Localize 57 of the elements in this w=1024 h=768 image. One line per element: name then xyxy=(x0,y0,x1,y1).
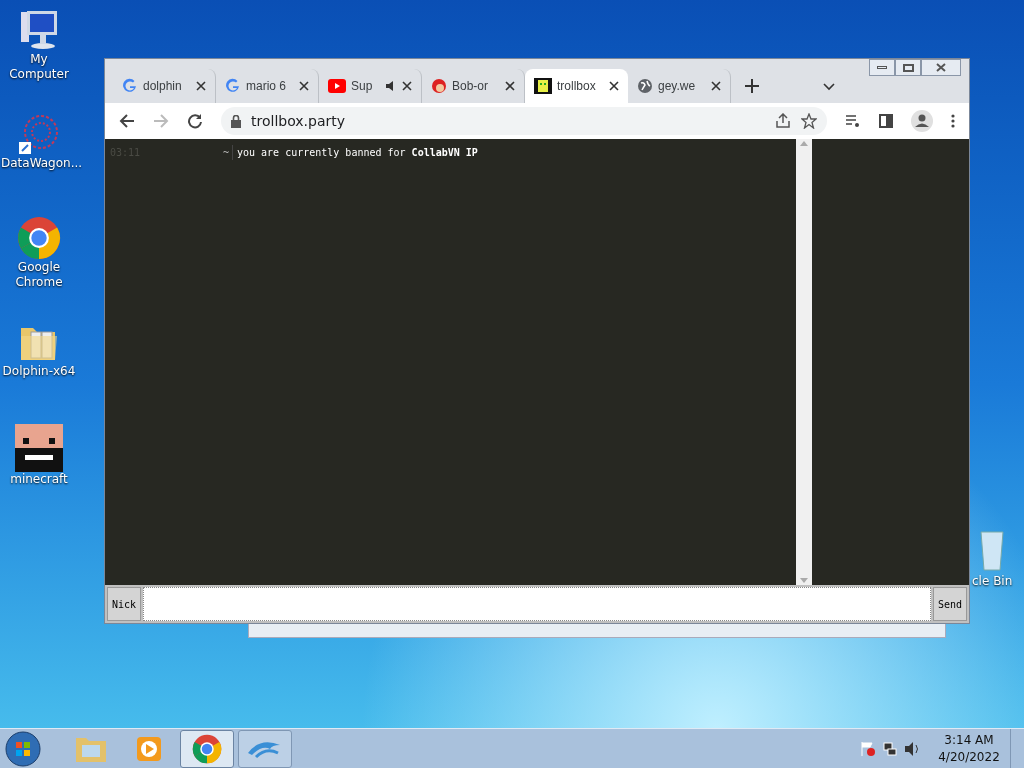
taskbar-button[interactable] xyxy=(180,729,234,768)
close-icon xyxy=(936,63,946,72)
close-icon[interactable] xyxy=(196,81,206,91)
tab-title: dolphin xyxy=(143,78,182,95)
message-input[interactable] xyxy=(143,587,931,621)
message-nick: ~ xyxy=(220,145,233,160)
close-icon[interactable] xyxy=(711,81,721,91)
lock-icon xyxy=(231,114,241,128)
film-frame-icon xyxy=(534,78,552,94)
side-panel-icon[interactable] xyxy=(879,114,893,128)
g-logo-icon xyxy=(225,78,241,94)
playlist-icon[interactable] xyxy=(845,114,861,128)
chrome-icon xyxy=(17,216,61,260)
message-text: you are currently banned for CollabVN IP xyxy=(236,146,478,160)
close-icon[interactable] xyxy=(402,81,412,91)
maximize-icon xyxy=(902,63,914,72)
close-icon[interactable] xyxy=(505,81,515,91)
chrome-icon xyxy=(192,733,222,764)
address-bar[interactable]: trollbox.party xyxy=(221,107,827,135)
block-head-icon xyxy=(15,424,63,472)
star-icon[interactable] xyxy=(801,113,817,129)
share-icon[interactable] xyxy=(775,113,791,129)
desktop-icon-label[interactable]: Google Chrome xyxy=(1,260,77,290)
new-tab-icon[interactable] xyxy=(745,79,759,93)
chevron-down-icon[interactable] xyxy=(823,83,835,91)
network-graph-icon xyxy=(17,112,61,156)
send-button[interactable]: Send xyxy=(933,587,967,621)
desktop-icon-label[interactable]: minecraft xyxy=(1,472,77,487)
flag-icon[interactable] xyxy=(860,740,876,757)
desktop-icon-label[interactable]: Dolphin-x64 xyxy=(1,364,77,379)
g-logo-icon xyxy=(122,78,138,94)
close-icon[interactable] xyxy=(609,81,619,91)
nick-button[interactable]: Nick xyxy=(107,587,141,621)
tab-title: Bob-or xyxy=(452,78,489,95)
minimize-icon xyxy=(877,66,887,69)
url-text: trollbox.party xyxy=(251,111,346,131)
tab-title: Sup xyxy=(351,78,373,95)
globe-icon xyxy=(637,78,653,94)
clock-time[interactable]: 3:14 AM xyxy=(944,731,994,749)
tab-title: trollbox xyxy=(557,78,596,95)
more-icon[interactable] xyxy=(951,114,955,128)
desktop-icon-label[interactable]: My Computer xyxy=(1,52,77,82)
reload-icon[interactable] xyxy=(187,113,203,129)
back-arrow-icon[interactable] xyxy=(119,113,135,129)
browser-tab[interactable]: trollbox xyxy=(525,69,628,103)
maximize-button[interactable] xyxy=(895,59,921,76)
minimize-button[interactable] xyxy=(869,59,895,76)
start-orb-icon[interactable] xyxy=(4,729,42,768)
play-icon xyxy=(328,79,346,93)
tab-title: gey.we xyxy=(658,78,696,95)
close-button[interactable] xyxy=(921,59,961,76)
clock-date[interactable]: 4/20/2022 xyxy=(938,748,1000,766)
network-icon[interactable] xyxy=(882,740,898,757)
tab-title: mario 6 xyxy=(246,78,286,95)
profile-icon[interactable] xyxy=(911,110,933,132)
cap-face-icon xyxy=(431,78,447,94)
close-icon[interactable] xyxy=(299,81,309,91)
